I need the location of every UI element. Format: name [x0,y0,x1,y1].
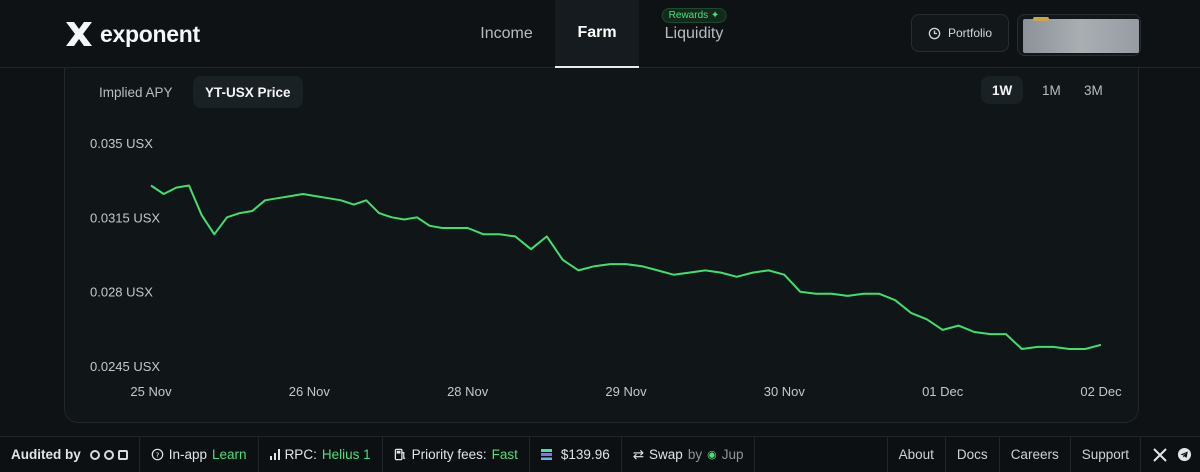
nav-liquidity-label: Liquidity [664,25,724,42]
main-nav: Income Farm Rewards ✦ Liquidity [458,0,749,68]
docs-link[interactable]: Docs [944,436,999,472]
x-tick-label: 30 Nov [764,384,806,399]
x-tick-label: 25 Nov [130,384,172,399]
signal-bars-icon [269,449,280,460]
telegram-icon[interactable] [1177,447,1192,462]
auditor-logos [89,449,128,460]
rpc-value: Helius 1 [321,447,371,462]
price-series-line [150,184,1102,350]
y-tick-label: 0.035 USX [90,136,153,151]
top-navbar: exponent Income Farm Rewards ✦ Liquidity… [0,0,1200,68]
nav-liquidity[interactable]: Rewards ✦ Liquidity [639,0,749,68]
status-footer: Audited by ? In-app Learn RPC: Helius 1 … [0,436,1200,472]
priority-fees-label: Priority fees: [411,447,487,462]
swap-label: Swap [649,447,683,462]
docs-label: Docs [956,447,988,462]
swap-by-label: by [687,447,703,462]
auditor-1-icon [89,449,100,460]
audited-label: Audited by [11,447,81,462]
clock-icon [928,27,941,39]
price-line-chart[interactable]: 0.035 USX 0.0315 USX 0.028 USX 0.0245 USX 25… [65,68,1140,423]
portfolio-label: Portfolio [947,26,993,40]
audited-by[interactable]: Audited by [0,436,140,472]
x-tick-label: 29 Nov [605,384,647,399]
price-chart-panel: Implied APY YT-USX Price 1W 1M 3M 0.035 … [64,68,1139,423]
help-circle-icon: ? [151,448,164,461]
wallet-button[interactable] [1017,14,1141,56]
nav-income[interactable]: Income [458,0,555,68]
careers-link[interactable]: Careers [998,436,1070,472]
x-tick-label: 28 Nov [447,384,489,399]
priority-fees-value: Fast [491,447,518,462]
jupiter-icon: ◉ [707,449,717,461]
priority-fees-selector[interactable]: Priority fees: Fast [383,436,530,472]
swap-button[interactable]: ⇄ Swap by ◉ Jup [622,436,756,472]
x-tick-label: 26 Nov [289,384,331,399]
nav-farm-label: Farm [577,24,617,41]
swap-provider: Jup [721,447,744,462]
nav-farm[interactable]: Farm [555,0,639,68]
swap-arrows-icon: ⇄ [632,446,645,462]
sol-price-value: $139.96 [560,447,610,462]
auditor-3-icon [117,449,128,460]
social-links [1140,436,1200,472]
about-link[interactable]: About [886,436,945,472]
y-tick-label: 0.028 USX [90,285,153,300]
x-twitter-icon[interactable] [1153,447,1167,462]
support-link[interactable]: Support [1069,436,1140,472]
in-app-label: In-app [168,447,208,462]
fuel-pump-icon [394,448,405,461]
brand-logo[interactable]: exponent [64,20,200,48]
y-tick-label: 0.0315 USX [90,210,160,225]
portfolio-button[interactable]: Portfolio [911,14,1009,52]
footer-links: About Docs Careers Support [886,436,1200,472]
svg-text:?: ? [155,450,159,459]
redacted-wallet-address [1023,17,1139,53]
x-tick-label: 01 Dec [922,384,964,399]
rpc-label: RPC: [284,447,317,462]
x-tick-label: 02 Dec [1080,384,1122,399]
solana-icon [540,449,552,460]
brand-name: exponent [100,20,200,47]
in-app-learn[interactable]: ? In-app Learn [140,436,259,472]
careers-label: Careers [1010,447,1059,462]
sol-price: $139.96 [530,436,622,472]
rewards-badge: Rewards ✦ [661,8,727,23]
auditor-2-icon [103,449,114,460]
support-label: Support [1081,447,1129,462]
nav-income-label: Income [480,25,533,42]
exponent-logo-icon [66,22,92,46]
rpc-selector[interactable]: RPC: Helius 1 [259,436,383,472]
y-tick-label: 0.0245 USX [90,359,160,374]
learn-link[interactable]: Learn [212,447,247,462]
about-label: About [898,447,934,462]
